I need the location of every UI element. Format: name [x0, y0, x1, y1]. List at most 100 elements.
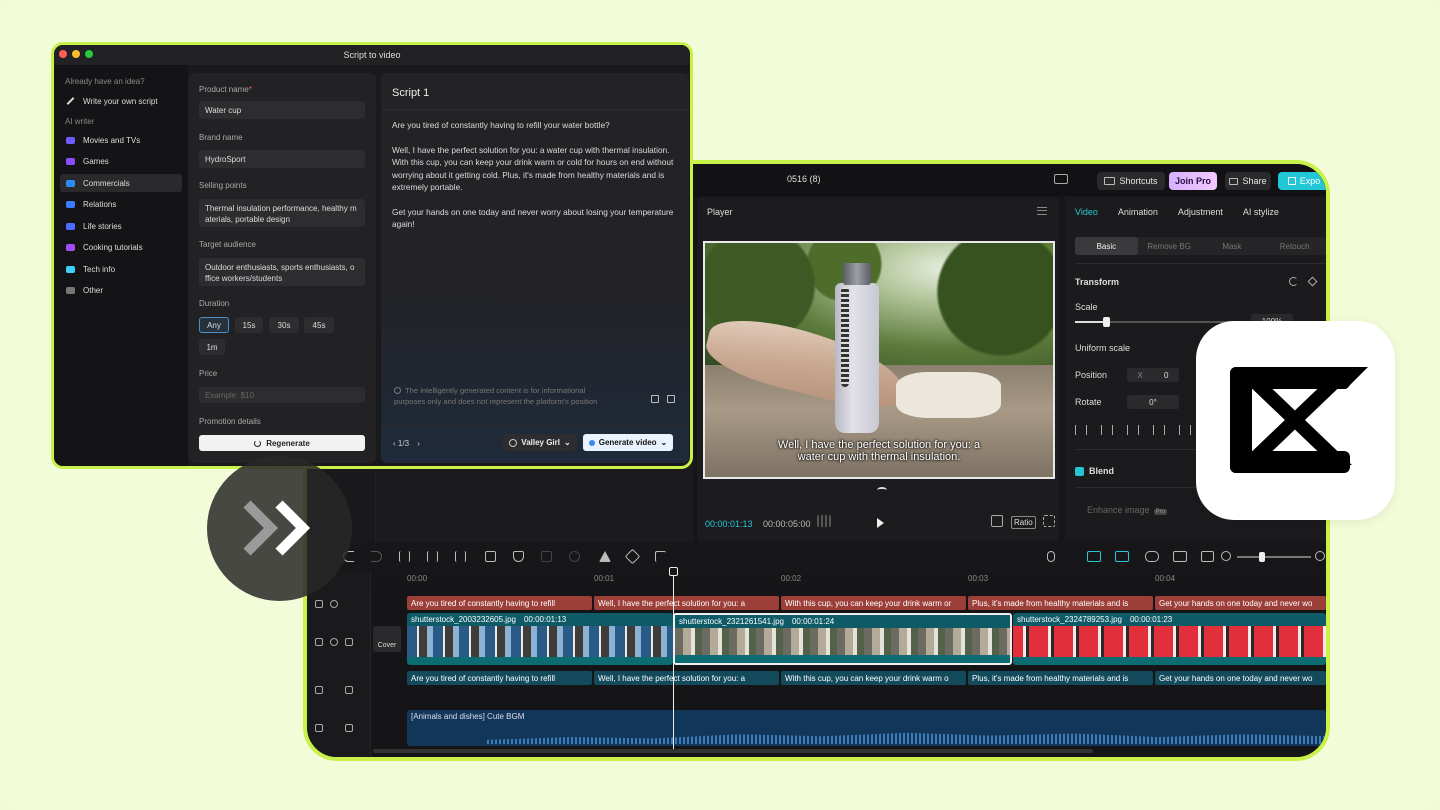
sidebar-item-other[interactable]: Other — [60, 282, 182, 300]
lock-icon[interactable] — [315, 600, 323, 608]
duration-1m[interactable]: 1m — [199, 339, 225, 355]
caption-clip[interactable]: Plus, it's made from healthy materials a… — [968, 671, 1153, 685]
price-input[interactable]: Example: $10 — [199, 387, 365, 403]
product-name-input[interactable]: Water cup — [199, 101, 365, 119]
menu-icon[interactable] — [1037, 207, 1047, 215]
microphone-icon[interactable] — [1047, 551, 1055, 562]
duration-15s[interactable]: 15s — [235, 317, 263, 333]
transform-label[interactable]: Transform — [1075, 277, 1119, 287]
text-clip[interactable]: With this cup, you can keep your drink w… — [781, 596, 966, 610]
join-pro-button[interactable]: Join Pro — [1169, 172, 1217, 190]
thumbs-up-icon[interactable] — [651, 395, 659, 403]
target-audience-input[interactable]: Outdoor enthusiasts, sports enthusiasts,… — [199, 258, 365, 286]
main-track-magnet-icon[interactable] — [1087, 551, 1101, 562]
layout-icon[interactable] — [1054, 174, 1068, 184]
export-button[interactable]: Expo — [1278, 172, 1326, 190]
rotate-icon[interactable] — [624, 548, 641, 565]
sidebar-item-relations[interactable]: Relations — [60, 196, 182, 214]
script-body[interactable]: Are you tired of constantly having to re… — [392, 119, 674, 243]
sidebar-item-tech-info[interactable]: Tech info — [60, 260, 182, 278]
scale-slider[interactable] — [1075, 317, 1243, 327]
cover-button[interactable]: Cover — [373, 626, 401, 652]
lock-icon[interactable] — [315, 724, 323, 732]
sidebar-item-write-own[interactable]: Write your own script — [60, 92, 182, 110]
playhead-handle[interactable] — [669, 567, 678, 576]
slider-knob[interactable] — [1103, 317, 1110, 327]
minimize-window-button[interactable] — [72, 50, 80, 58]
sidebar-item-life-stories[interactable]: Life stories — [60, 217, 182, 235]
tab-adjustment[interactable]: Adjustment — [1178, 207, 1223, 217]
brand-name-input[interactable]: HydroSport — [199, 150, 365, 168]
record-icon[interactable] — [569, 551, 580, 562]
blend-label[interactable]: Blend — [1089, 466, 1114, 476]
subtab-mask[interactable]: Mask — [1201, 237, 1264, 255]
selling-points-input[interactable]: Thermal insulation performance, healthy … — [199, 199, 365, 227]
ratio-button[interactable]: Ratio — [1011, 516, 1036, 529]
video-clip[interactable]: shutterstock_2324789253.jpg 00:00:01:23 — [1013, 613, 1326, 665]
generate-video-button[interactable]: Generate video ⌄ — [583, 434, 673, 451]
duration-30s[interactable]: 30s — [269, 317, 299, 333]
sidebar-item-movies-and-tvs[interactable]: Movies and TVs — [60, 131, 182, 149]
redo-icon[interactable] — [371, 551, 382, 562]
chevron-left-icon[interactable]: ‹ — [393, 439, 396, 448]
align-center-icon[interactable] — [1101, 425, 1113, 435]
auto-snap-icon[interactable] — [1115, 551, 1129, 562]
align-top-icon[interactable] — [1153, 425, 1165, 435]
caption-clip[interactable]: Are you tired of constantly having to re… — [407, 671, 592, 685]
keyframe-icon[interactable] — [1307, 276, 1318, 287]
expand-icon[interactable] — [1043, 515, 1055, 527]
shield-icon[interactable] — [513, 551, 524, 562]
zoom-in-icon[interactable] — [1315, 551, 1325, 561]
fullscreen-focus-icon[interactable] — [991, 515, 1003, 527]
zoom-slider[interactable] — [1237, 552, 1311, 562]
align-right-icon[interactable] — [1127, 425, 1139, 435]
split-icon[interactable] — [399, 551, 410, 562]
playhead[interactable] — [673, 569, 674, 749]
text-clip[interactable]: Well, I have the perfect solution for yo… — [594, 596, 779, 610]
rotate-field[interactable]: 0° — [1127, 395, 1179, 409]
mirror-icon[interactable] — [599, 551, 611, 562]
sidebar-item-commercials[interactable]: Commercials — [60, 174, 182, 192]
align-left-icon[interactable] — [1075, 425, 1087, 435]
split-right-icon[interactable] — [455, 551, 466, 562]
shortcuts-button[interactable]: Shortcuts — [1097, 172, 1165, 190]
lock-icon[interactable] — [315, 686, 323, 694]
audio-clip[interactable]: [Animals and dishes] Cute BGM — [407, 710, 1326, 746]
enhance-image-option[interactable]: Enhance image Pro — [1087, 505, 1167, 515]
waveform-icon[interactable] — [817, 515, 831, 527]
text-clip[interactable]: Plus, it's made from healthy materials a… — [968, 596, 1153, 610]
maximize-window-button[interactable] — [85, 50, 93, 58]
link-icon[interactable] — [1145, 551, 1159, 562]
zoom-slider-knob[interactable] — [1259, 552, 1265, 562]
play-icon[interactable] — [877, 518, 884, 528]
close-window-button[interactable] — [59, 50, 67, 58]
position-x-field[interactable]: X0 — [1127, 368, 1179, 382]
preview-axis-icon[interactable] — [1173, 551, 1187, 562]
reset-icon[interactable] — [1289, 277, 1298, 286]
caption-clip[interactable]: Well, I have the perfect solution for yo… — [594, 671, 779, 685]
blend-checkbox[interactable] — [1075, 467, 1084, 476]
chevron-right-icon[interactable]: › — [417, 439, 420, 448]
video-preview[interactable]: Well, I have the perfect solution for yo… — [703, 241, 1055, 479]
sidebar-item-cooking-tutorials[interactable]: Cooking tutorials — [60, 239, 182, 257]
split-left-icon[interactable] — [427, 551, 438, 562]
speaker-icon[interactable] — [345, 724, 353, 732]
tab-animation[interactable]: Animation — [1118, 207, 1158, 217]
delete-icon[interactable] — [485, 551, 496, 562]
duration-any[interactable]: Any — [199, 317, 229, 333]
thumbs-down-icon[interactable] — [667, 395, 675, 403]
text-clip[interactable]: Get your hands on one today and never wo — [1155, 596, 1326, 610]
align-middle-icon[interactable] — [1179, 425, 1191, 435]
subtab-basic[interactable]: Basic — [1075, 237, 1138, 255]
caption-clip[interactable]: Get your hands on one today and never wo — [1155, 671, 1326, 685]
voice-select[interactable]: Valley Girl ⌄ — [503, 434, 577, 451]
freeze-icon[interactable] — [541, 551, 552, 562]
text-clip[interactable]: Are you tired of constantly having to re… — [407, 596, 592, 610]
eye-icon[interactable] — [330, 638, 338, 646]
crop-icon[interactable] — [655, 551, 666, 562]
zoom-out-icon[interactable] — [1221, 551, 1231, 561]
screen-icon[interactable] — [1201, 551, 1214, 562]
subtab-retouch[interactable]: Retouch — [1263, 237, 1326, 255]
video-clip[interactable]: shutterstock_2003232605.jpg 00:00:01:13 — [407, 613, 673, 665]
sidebar-item-games[interactable]: Games — [60, 153, 182, 171]
